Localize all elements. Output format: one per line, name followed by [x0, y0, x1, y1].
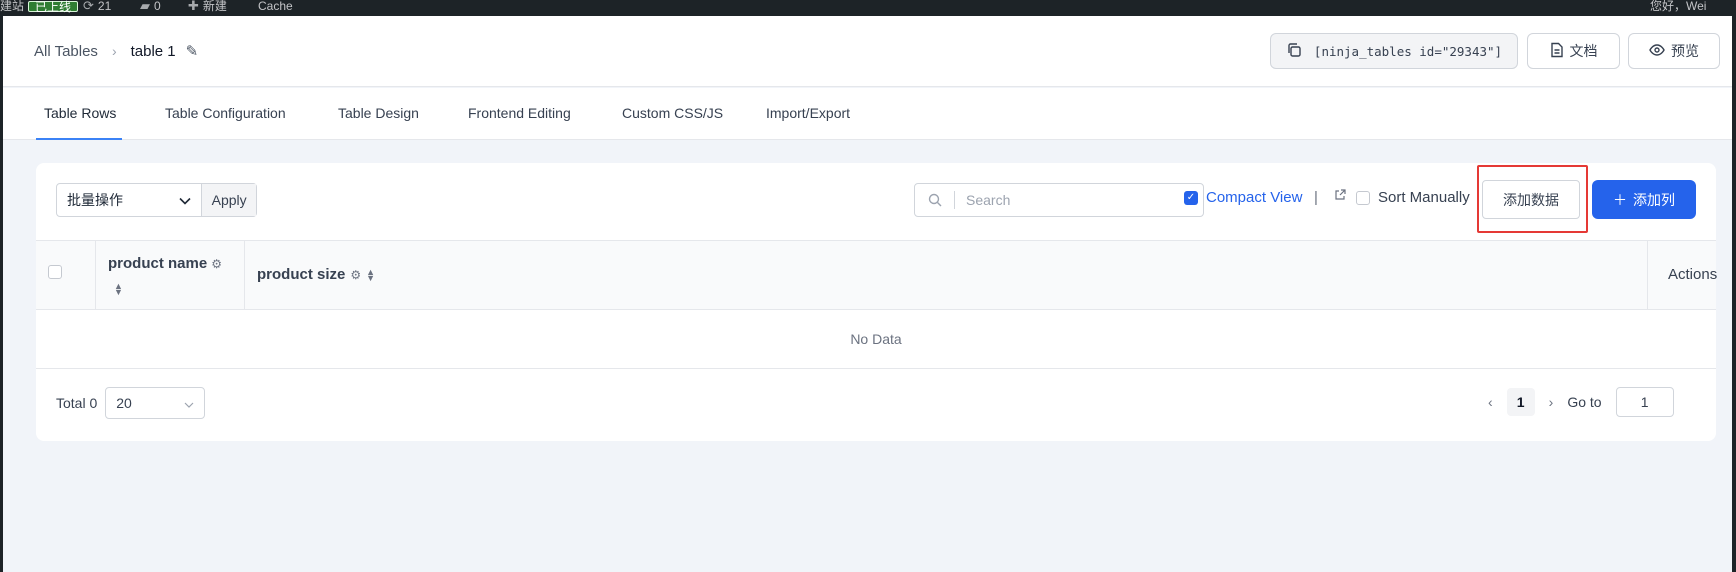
- search-box: [914, 183, 1204, 217]
- tab-table-rows[interactable]: Table Rows: [44, 105, 116, 121]
- adminbar-new[interactable]: ✚ 新建: [188, 0, 227, 12]
- apply-button[interactable]: Apply: [201, 184, 256, 216]
- goto-label: Go to: [1567, 394, 1602, 410]
- tab-custom-css-js[interactable]: Custom CSS/JS: [622, 105, 723, 121]
- chevron-down-icon: [179, 192, 191, 208]
- status-badge: 已上线: [28, 0, 79, 13]
- page-size-select[interactable]: 20: [105, 387, 206, 419]
- bulk-action-group: 批量操作 Apply: [56, 183, 257, 217]
- adminbar-cache[interactable]: Cache: [258, 0, 293, 12]
- tab-import-export[interactable]: Import/Export: [766, 105, 850, 121]
- compact-view-toggle[interactable]: ✓ Compact View: [1184, 189, 1302, 206]
- tab-table-configuration[interactable]: Table Configuration: [165, 105, 286, 121]
- breadcrumb-all-tables[interactable]: All Tables: [34, 43, 98, 60]
- breadcrumb: All Tables › table 1 ✎: [34, 42, 199, 61]
- total-count: Total 0: [56, 395, 98, 411]
- checkbox-unchecked-icon[interactable]: [1356, 190, 1370, 205]
- chevron-down-icon: [184, 395, 194, 411]
- add-column-button[interactable]: ＋ 添加列: [1592, 180, 1696, 219]
- actions-label: Actions: [1668, 266, 1718, 283]
- goto-page-input[interactable]: 1: [1615, 387, 1674, 417]
- page-number-current[interactable]: 1: [1506, 388, 1535, 416]
- adminbar-comments[interactable]: ▰ 0: [140, 0, 161, 12]
- checkbox-checked-icon[interactable]: ✓: [1184, 190, 1198, 205]
- gear-icon[interactable]: ⚙: [350, 268, 361, 282]
- plus-icon: ✚: [188, 0, 199, 13]
- column-header-product-name[interactable]: product name ⚙ ▲ ▼: [96, 241, 245, 309]
- pagination: ‹ 1 › Go to 1: [1488, 387, 1674, 417]
- select-all-cell: [36, 241, 96, 309]
- chevron-right-icon[interactable]: ›: [1549, 394, 1554, 410]
- tab-frontend-editing[interactable]: Frontend Editing: [468, 105, 571, 121]
- active-tab-indicator: [36, 138, 122, 140]
- shortcode-text: [ninja_tables id="29343"]: [1313, 43, 1503, 59]
- right-admin-edge: [1732, 16, 1736, 572]
- comment-icon: ▰: [140, 0, 150, 13]
- adminbar-updates[interactable]: ⟳ 21: [83, 0, 111, 12]
- tab-table-design[interactable]: Table Design: [338, 105, 419, 121]
- preview-button[interactable]: 预览: [1628, 33, 1720, 69]
- eye-icon: [1649, 43, 1665, 59]
- table-rows-card: 批量操作 Apply ✓ Compact View | Sort Manuall…: [36, 163, 1718, 441]
- wp-admin-bar: 建站 已上线 ⟳ 21 ▰ 0 ✚ 新建 Cache 您好，Wei: [0, 0, 1736, 16]
- updates-icon: ⟳: [83, 0, 94, 13]
- docs-button[interactable]: 文档: [1527, 33, 1620, 69]
- chevron-right-icon: ›: [111, 43, 117, 59]
- adminbar-greeting[interactable]: 您好，Wei: [1650, 0, 1706, 12]
- search-icon: [915, 191, 955, 209]
- column-header-product-size[interactable]: product size ⚙ ▲ ▼: [245, 241, 1648, 309]
- search-input[interactable]: [955, 192, 1203, 208]
- external-link-icon[interactable]: [1334, 189, 1346, 204]
- copy-icon: [1286, 42, 1302, 61]
- gear-icon[interactable]: ⚙: [211, 257, 222, 271]
- column-label: product name: [108, 255, 208, 272]
- table-header: product name ⚙ ▲ ▼ product size ⚙ ▲ ▼ Acti…: [36, 240, 1718, 310]
- adminbar-site[interactable]: 建站: [0, 0, 24, 12]
- tab-bar: Table Rows Table Configuration Table Des…: [3, 88, 1732, 140]
- breadcrumb-current: table 1: [130, 42, 176, 60]
- toolbar-divider: |: [1314, 189, 1318, 206]
- pagination-left: Total 0 20: [56, 387, 206, 419]
- plus-icon: ＋: [1613, 191, 1627, 208]
- page-header: All Tables › table 1 ✎ [ninja_tables id=…: [3, 16, 1732, 87]
- adminbar-status[interactable]: 已上线: [28, 0, 79, 13]
- sort-icon[interactable]: ▲ ▼: [366, 267, 375, 282]
- sort-manually-toggle[interactable]: Sort Manually: [1356, 189, 1470, 206]
- document-icon: [1550, 42, 1564, 61]
- select-all-checkbox[interactable]: [48, 265, 62, 279]
- chevron-left-icon[interactable]: ‹: [1488, 394, 1493, 410]
- shortcode-copy-button[interactable]: [ninja_tables id="29343"]: [1270, 33, 1518, 69]
- column-header-actions: Actions: [1648, 241, 1718, 309]
- add-data-button[interactable]: 添加数据: [1482, 180, 1580, 219]
- column-label: product size: [257, 266, 346, 283]
- empty-state: No Data: [36, 310, 1716, 369]
- bulk-action-select[interactable]: 批量操作: [57, 184, 201, 216]
- sort-icon[interactable]: ▲ ▼: [114, 282, 123, 297]
- edit-pencil-icon[interactable]: ✎: [186, 42, 199, 60]
